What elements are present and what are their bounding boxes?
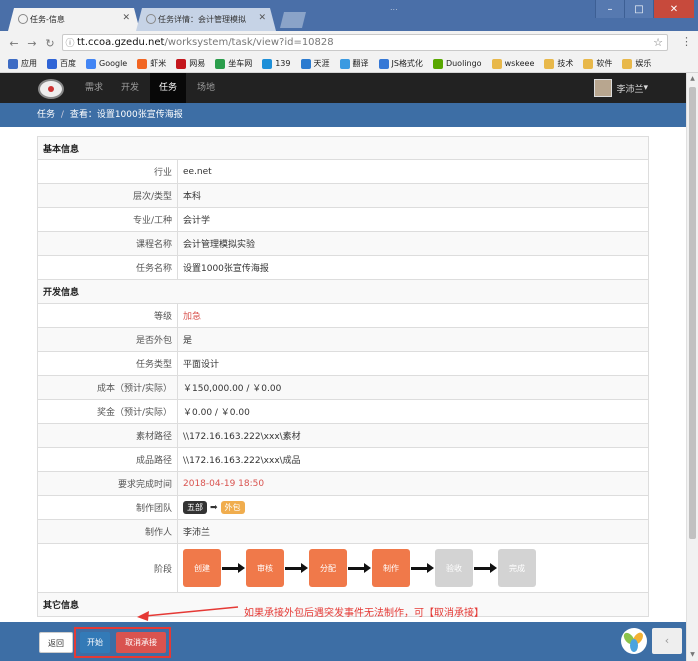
scroll-down-icon[interactable]: ▼	[687, 649, 698, 661]
page-scrollbar[interactable]: ▲ ▼	[686, 73, 698, 661]
yii-debug-icon[interactable]	[621, 628, 647, 654]
annotation-arrow	[137, 606, 239, 621]
start-button[interactable]: 开始	[80, 632, 110, 653]
scrollbar-thumb[interactable]	[689, 87, 696, 539]
back-button[interactable]: 返回	[39, 632, 73, 653]
scroll-up-icon[interactable]: ▲	[687, 73, 698, 85]
collapse-toolbar-icon[interactable]: ‹	[652, 628, 682, 654]
action-footer: 返回 开始 取消承接 ‹	[0, 622, 686, 661]
cancel-accept-button[interactable]: 取消承接	[116, 632, 166, 653]
annotation-text: 如果承接外包后遇突发事件无法制作，可【取消承接】	[244, 608, 484, 619]
